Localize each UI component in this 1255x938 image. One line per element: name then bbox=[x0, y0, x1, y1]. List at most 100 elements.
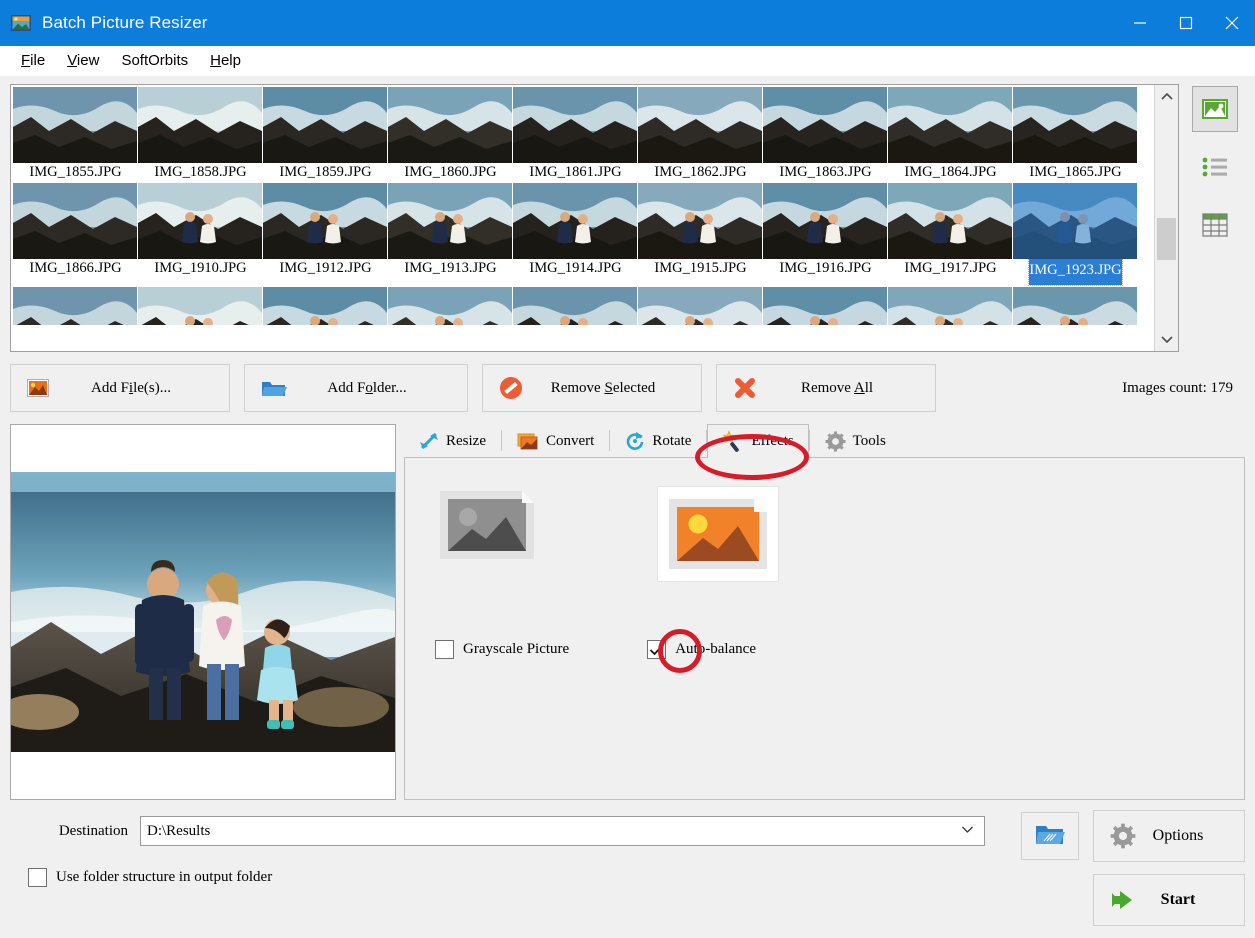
thumbnail-item[interactable]: IMG_1913.JPG bbox=[388, 183, 513, 285]
start-button[interactable]: Start bbox=[1093, 874, 1245, 926]
bottom-bar: Destination D:\Results Use folder struct… bbox=[10, 810, 1245, 930]
thumbnail-image bbox=[638, 287, 762, 325]
thumbnail-item[interactable]: IMG_1917.JPG bbox=[888, 183, 1013, 285]
chevron-down-icon[interactable] bbox=[961, 825, 978, 837]
checkbox-box[interactable] bbox=[435, 640, 454, 659]
thumbnail-item[interactable]: IMG_1863.JPG bbox=[763, 87, 888, 181]
thumbnail-image bbox=[1013, 87, 1137, 163]
checkbox-box[interactable] bbox=[28, 868, 47, 887]
thumbnail-image bbox=[13, 287, 137, 325]
thumbnail-scrollbar[interactable] bbox=[1154, 85, 1178, 351]
thumbnail-item[interactable]: IMG_1912.JPG bbox=[263, 287, 388, 325]
title-bar: Batch Picture Resizer bbox=[0, 0, 1255, 46]
add-files-button[interactable]: Add File(s)... bbox=[10, 364, 230, 412]
thumbnail-image bbox=[763, 87, 887, 163]
image-preview-pane[interactable] bbox=[10, 424, 396, 800]
remove-all-button[interactable]: Remove All bbox=[716, 364, 936, 412]
thumbnail-item[interactable]: IMG_1855.JPG bbox=[13, 87, 138, 181]
thumbnail-item[interactable]: IMG_1923.JPG bbox=[1013, 183, 1138, 286]
color-preview-button[interactable] bbox=[657, 486, 779, 582]
scrollbar-thumb[interactable] bbox=[1157, 218, 1176, 260]
effects-panel: Grayscale Picture Auto-balance bbox=[404, 458, 1245, 800]
thumbnail-item[interactable]: IMG_1859.JPG bbox=[263, 87, 388, 181]
thumbnail-image bbox=[513, 183, 637, 259]
tab-resize[interactable]: Resize bbox=[404, 424, 501, 457]
window-controls bbox=[1117, 0, 1255, 46]
thumbnail-item[interactable]: IMG_1917.JPG bbox=[888, 287, 1013, 325]
grayscale-picture-checkbox[interactable]: Grayscale Picture bbox=[435, 640, 569, 659]
folder-open-icon bbox=[261, 378, 287, 398]
thumbnail-item[interactable]: IMG_1865.JPG bbox=[1013, 87, 1138, 181]
thumbnail-item[interactable]: IMG_1916.JPG bbox=[763, 287, 888, 325]
menu-item-view[interactable]: View bbox=[56, 49, 110, 72]
thumbnail-item[interactable]: IMG_1910.JPG bbox=[138, 183, 263, 285]
thumbnail-label-wrap: IMG_1917.JPG bbox=[888, 259, 1013, 277]
options-button[interactable]: Options bbox=[1093, 810, 1245, 862]
tab-tools[interactable]: Tools bbox=[809, 424, 901, 457]
app-icon bbox=[10, 12, 32, 34]
view-mode-thumbnail-button[interactable] bbox=[1192, 86, 1238, 132]
thumbnail-image bbox=[388, 287, 512, 325]
thumbnail-label: IMG_1913.JPG bbox=[404, 260, 497, 276]
thumbnail-image bbox=[513, 87, 637, 163]
tab-effects-label: Effects bbox=[751, 432, 794, 449]
scroll-down-icon[interactable] bbox=[1155, 327, 1178, 351]
menu-item-help[interactable]: Help bbox=[199, 49, 252, 72]
main-content: IMG_1855.JPG IMG_1858.JPG IMG_1859.JPG IMG_… bbox=[0, 76, 1255, 930]
use-folder-structure-checkbox[interactable]: Use folder structure in output folder bbox=[28, 868, 272, 887]
thumbnail-item[interactable]: IMG_1866.JPG bbox=[13, 287, 138, 325]
thumbnail-item[interactable]: IMG_1916.JPG bbox=[763, 183, 888, 285]
picture-icon bbox=[1202, 99, 1228, 119]
auto-balance-checkbox[interactable]: Auto-balance bbox=[647, 640, 756, 659]
folder-structure-row: Use folder structure in output folder bbox=[28, 868, 1011, 887]
thumbnail-label: IMG_1915.JPG bbox=[654, 260, 747, 276]
destination-value: D:\Results bbox=[147, 822, 211, 839]
view-mode-details-button[interactable] bbox=[1192, 202, 1238, 248]
thumbnail-item[interactable]: IMG_1915.JPG bbox=[638, 287, 763, 325]
thumbnail-label: IMG_1916.JPG bbox=[779, 260, 872, 276]
thumbnail-label-wrap: IMG_1864.JPG bbox=[888, 163, 1013, 181]
tab-effects[interactable]: Effects bbox=[707, 424, 809, 458]
thumbnail-item[interactable]: IMG_1864.JPG bbox=[888, 87, 1013, 181]
thumbnail-item[interactable]: IMG_1913.JPG bbox=[388, 287, 513, 325]
thumbnail-item[interactable]: IMG_1915.JPG bbox=[638, 183, 763, 285]
add-folder-button[interactable]: Add Folder... bbox=[244, 364, 468, 412]
file-toolbar: Add File(s)... Add Folder... Remove Sele… bbox=[10, 364, 1245, 412]
menu-item-file[interactable]: File bbox=[10, 49, 56, 72]
tab-convert[interactable]: Convert bbox=[501, 424, 610, 457]
checkbox-box[interactable] bbox=[647, 640, 667, 659]
close-button[interactable] bbox=[1209, 0, 1255, 46]
thumbnail-item[interactable]: IMG_1858.JPG bbox=[138, 87, 263, 181]
tab-convert-label: Convert bbox=[545, 432, 595, 449]
grayscale-preview-button[interactable] bbox=[435, 486, 539, 564]
thumbnail-item[interactable]: IMG_1914.JPG bbox=[513, 287, 638, 325]
scrollbar-track[interactable] bbox=[1155, 109, 1178, 327]
maximize-button[interactable] bbox=[1163, 0, 1209, 46]
minimize-button[interactable] bbox=[1117, 0, 1163, 46]
thumbnail-image bbox=[513, 287, 637, 325]
remove-selected-button[interactable]: Remove Selected bbox=[482, 364, 702, 412]
tab-rotate-label: Rotate bbox=[652, 432, 692, 449]
effects-checkbox-row: Grayscale Picture Auto-balance bbox=[435, 640, 1222, 659]
action-buttons: Options Start bbox=[1093, 810, 1245, 938]
thumbnail-item[interactable]: IMG_1914.JPG bbox=[513, 183, 638, 285]
thumbnail-item[interactable]: IMG_1861.JPG bbox=[513, 87, 638, 181]
thumbnail-image bbox=[638, 183, 762, 259]
thumbnail-item[interactable]: IMG_1862.JPG bbox=[638, 87, 763, 181]
thumbnail-item[interactable]: IMG_1912.JPG bbox=[263, 183, 388, 285]
browse-folder-button[interactable] bbox=[1021, 812, 1079, 860]
thumbnail-label: IMG_1866.JPG bbox=[29, 260, 122, 276]
destination-combobox[interactable]: D:\Results bbox=[140, 816, 985, 846]
thumbnail-item[interactable]: IMG_1923.JPG bbox=[1013, 287, 1138, 325]
add-folder-label: Add Folder... bbox=[327, 379, 407, 396]
thumbnail-image bbox=[13, 183, 137, 259]
thumbnail-list[interactable]: IMG_1855.JPG IMG_1858.JPG IMG_1859.JPG IMG_… bbox=[10, 84, 1179, 352]
tab-rotate[interactable]: Rotate bbox=[610, 424, 707, 457]
scroll-up-icon[interactable] bbox=[1155, 85, 1178, 109]
menu-item-softorbits[interactable]: SoftOrbits bbox=[110, 49, 199, 72]
view-mode-list-button[interactable] bbox=[1192, 144, 1238, 190]
thumbnail-item[interactable]: IMG_1866.JPG bbox=[13, 183, 138, 285]
start-label: Start bbox=[1160, 891, 1196, 908]
thumbnail-item[interactable]: IMG_1860.JPG bbox=[388, 87, 513, 181]
thumbnail-item[interactable]: IMG_1910.JPG bbox=[138, 287, 263, 325]
